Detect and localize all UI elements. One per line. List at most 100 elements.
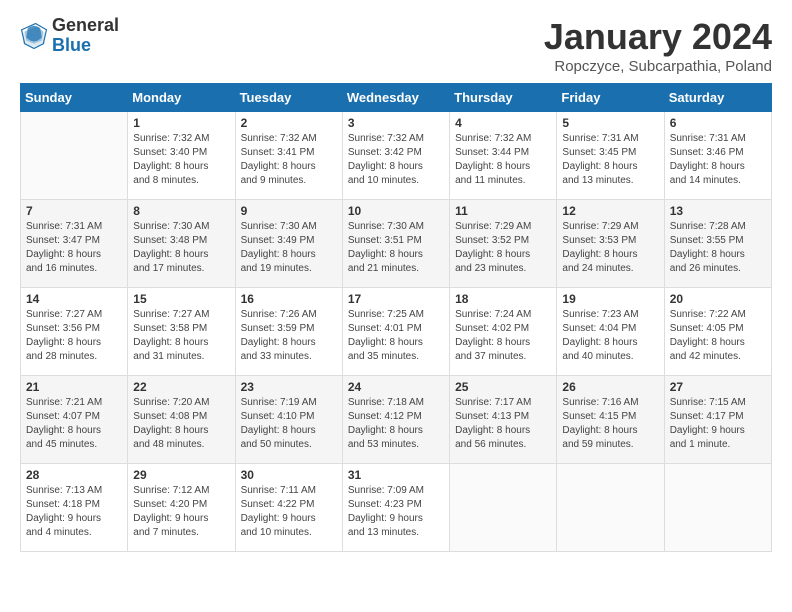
- cell-w5-d5: [557, 464, 664, 552]
- day-number: 25: [455, 380, 552, 394]
- cell-w1-d5: 5 Sunrise: 7:31 AM Sunset: 3:45 PM Daylig…: [557, 112, 664, 200]
- cell-w4-d2: 23 Sunrise: 7:19 AM Sunset: 4:10 PM Dayli…: [235, 376, 342, 464]
- day-number: 29: [133, 468, 230, 482]
- cell-w2-d0: 7 Sunrise: 7:31 AM Sunset: 3:47 PM Daylig…: [21, 200, 128, 288]
- cell-content: Sunrise: 7:09 AM Sunset: 4:23 PM Dayligh…: [348, 484, 445, 540]
- cell-content: Sunrise: 7:20 AM Sunset: 4:08 PM Dayligh…: [133, 396, 230, 452]
- header-monday: Monday: [128, 84, 235, 112]
- day-number: 9: [241, 204, 338, 218]
- day-number: 12: [562, 204, 659, 218]
- day-number: 15: [133, 292, 230, 306]
- cell-w4-d3: 24 Sunrise: 7:18 AM Sunset: 4:12 PM Dayli…: [342, 376, 449, 464]
- cell-content: Sunrise: 7:31 AM Sunset: 3:46 PM Dayligh…: [670, 132, 767, 188]
- day-number: 19: [562, 292, 659, 306]
- logo-icon: [20, 22, 48, 50]
- cell-content: Sunrise: 7:32 AM Sunset: 3:41 PM Dayligh…: [241, 132, 338, 188]
- cell-w3-d6: 20Sunrise: 7:22 AM Sunset: 4:05 PM Dayli…: [664, 288, 771, 376]
- day-number: 13: [670, 204, 767, 218]
- cell-w3-d3: 17 Sunrise: 7:25 AM Sunset: 4:01 PM Dayli…: [342, 288, 449, 376]
- day-number: 24: [348, 380, 445, 394]
- day-number: 30: [241, 468, 338, 482]
- header-saturday: Saturday: [664, 84, 771, 112]
- cell-w5-d4: [450, 464, 557, 552]
- cell-content: Sunrise: 7:28 AM Sunset: 3:55 PM Dayligh…: [670, 220, 767, 276]
- cell-w4-d0: 21 Sunrise: 7:21 AM Sunset: 4:07 PM Dayli…: [21, 376, 128, 464]
- day-number: 31: [348, 468, 445, 482]
- cell-content: Sunrise: 7:24 AM Sunset: 4:02 PM Dayligh…: [455, 308, 552, 364]
- day-number: 17: [348, 292, 445, 306]
- day-number: 3: [348, 116, 445, 130]
- day-number: 10: [348, 204, 445, 218]
- week-row-4: 21 Sunrise: 7:21 AM Sunset: 4:07 PM Dayli…: [21, 376, 772, 464]
- cell-content: Sunrise: 7:12 AM Sunset: 4:20 PM Dayligh…: [133, 484, 230, 540]
- cell-content: Sunrise: 7:29 AM Sunset: 3:52 PM Dayligh…: [455, 220, 552, 276]
- cell-w2-d1: 8 Sunrise: 7:30 AM Sunset: 3:48 PM Daylig…: [128, 200, 235, 288]
- cell-content: Sunrise: 7:21 AM Sunset: 4:07 PM Dayligh…: [26, 396, 123, 452]
- cell-w4-d1: 22Sunrise: 7:20 AM Sunset: 4:08 PM Dayli…: [128, 376, 235, 464]
- day-number: 7: [26, 204, 123, 218]
- cell-content: Sunrise: 7:16 AM Sunset: 4:15 PM Dayligh…: [562, 396, 659, 452]
- cell-w2-d3: 10 Sunrise: 7:30 AM Sunset: 3:51 PM Dayli…: [342, 200, 449, 288]
- cell-w2-d5: 12 Sunrise: 7:29 AM Sunset: 3:53 PM Dayli…: [557, 200, 664, 288]
- cell-w1-d1: 1 Sunrise: 7:32 AM Sunset: 3:40 PM Daylig…: [128, 112, 235, 200]
- cell-content: Sunrise: 7:32 AM Sunset: 3:40 PM Dayligh…: [133, 132, 230, 188]
- day-number: 26: [562, 380, 659, 394]
- cell-w1-d0: [21, 112, 128, 200]
- cell-content: Sunrise: 7:15 AM Sunset: 4:17 PM Dayligh…: [670, 396, 767, 452]
- cell-w4-d6: 27 Sunrise: 7:15 AM Sunset: 4:17 PM Dayli…: [664, 376, 771, 464]
- cell-w3-d0: 14Sunrise: 7:27 AM Sunset: 3:56 PM Dayli…: [21, 288, 128, 376]
- logo-text: General Blue: [52, 16, 119, 56]
- cell-w5-d0: 28Sunrise: 7:13 AM Sunset: 4:18 PM Dayli…: [21, 464, 128, 552]
- cell-w2-d6: 13 Sunrise: 7:28 AM Sunset: 3:55 PM Dayli…: [664, 200, 771, 288]
- day-number: 23: [241, 380, 338, 394]
- day-number: 8: [133, 204, 230, 218]
- cell-content: Sunrise: 7:18 AM Sunset: 4:12 PM Dayligh…: [348, 396, 445, 452]
- day-number: 21: [26, 380, 123, 394]
- cell-content: Sunrise: 7:17 AM Sunset: 4:13 PM Dayligh…: [455, 396, 552, 452]
- logo-general: General: [52, 16, 119, 36]
- cell-w3-d5: 19Sunrise: 7:23 AM Sunset: 4:04 PM Dayli…: [557, 288, 664, 376]
- logo: General Blue: [20, 16, 119, 56]
- cell-content: Sunrise: 7:27 AM Sunset: 3:58 PM Dayligh…: [133, 308, 230, 364]
- cell-content: Sunrise: 7:26 AM Sunset: 3:59 PM Dayligh…: [241, 308, 338, 364]
- cell-w2-d4: 11 Sunrise: 7:29 AM Sunset: 3:52 PM Dayli…: [450, 200, 557, 288]
- cell-content: Sunrise: 7:31 AM Sunset: 3:47 PM Dayligh…: [26, 220, 123, 276]
- cell-content: Sunrise: 7:19 AM Sunset: 4:10 PM Dayligh…: [241, 396, 338, 452]
- week-row-2: 7 Sunrise: 7:31 AM Sunset: 3:47 PM Daylig…: [21, 200, 772, 288]
- day-number: 11: [455, 204, 552, 218]
- cell-w1-d3: 3 Sunrise: 7:32 AM Sunset: 3:42 PM Daylig…: [342, 112, 449, 200]
- cell-w5-d1: 29 Sunrise: 7:12 AM Sunset: 4:20 PM Dayli…: [128, 464, 235, 552]
- day-number: 1: [133, 116, 230, 130]
- cell-content: Sunrise: 7:29 AM Sunset: 3:53 PM Dayligh…: [562, 220, 659, 276]
- day-number: 14: [26, 292, 123, 306]
- week-row-5: 28Sunrise: 7:13 AM Sunset: 4:18 PM Dayli…: [21, 464, 772, 552]
- cell-w3-d1: 15 Sunrise: 7:27 AM Sunset: 3:58 PM Dayli…: [128, 288, 235, 376]
- day-number: 16: [241, 292, 338, 306]
- cell-w4-d4: 25 Sunrise: 7:17 AM Sunset: 4:13 PM Dayli…: [450, 376, 557, 464]
- cell-content: Sunrise: 7:30 AM Sunset: 3:48 PM Dayligh…: [133, 220, 230, 276]
- cell-content: Sunrise: 7:31 AM Sunset: 3:45 PM Dayligh…: [562, 132, 659, 188]
- cell-content: Sunrise: 7:32 AM Sunset: 3:42 PM Dayligh…: [348, 132, 445, 188]
- cell-content: Sunrise: 7:25 AM Sunset: 4:01 PM Dayligh…: [348, 308, 445, 364]
- cell-content: Sunrise: 7:32 AM Sunset: 3:44 PM Dayligh…: [455, 132, 552, 188]
- header-friday: Friday: [557, 84, 664, 112]
- day-number: 4: [455, 116, 552, 130]
- cell-w2-d2: 9Sunrise: 7:30 AM Sunset: 3:49 PM Daylig…: [235, 200, 342, 288]
- cell-w3-d2: 16 Sunrise: 7:26 AM Sunset: 3:59 PM Dayli…: [235, 288, 342, 376]
- day-number: 6: [670, 116, 767, 130]
- header-tuesday: Tuesday: [235, 84, 342, 112]
- calendar-title: January 2024: [544, 16, 772, 58]
- day-number: 27: [670, 380, 767, 394]
- title-block: January 2024 Ropczyce, Subcarpathia, Pol…: [544, 16, 772, 75]
- day-number: 18: [455, 292, 552, 306]
- calendar-location: Ropczyce, Subcarpathia, Poland: [544, 58, 772, 75]
- cell-w1-d6: 6 Sunrise: 7:31 AM Sunset: 3:46 PM Daylig…: [664, 112, 771, 200]
- cell-content: Sunrise: 7:30 AM Sunset: 3:51 PM Dayligh…: [348, 220, 445, 276]
- day-number: 20: [670, 292, 767, 306]
- calendar-table: SundayMondayTuesdayWednesdayThursdayFrid…: [20, 83, 772, 552]
- day-number: 5: [562, 116, 659, 130]
- week-row-3: 14Sunrise: 7:27 AM Sunset: 3:56 PM Dayli…: [21, 288, 772, 376]
- cell-w1-d2: 2Sunrise: 7:32 AM Sunset: 3:41 PM Daylig…: [235, 112, 342, 200]
- cell-content: Sunrise: 7:11 AM Sunset: 4:22 PM Dayligh…: [241, 484, 338, 540]
- cell-w5-d2: 30 Sunrise: 7:11 AM Sunset: 4:22 PM Dayli…: [235, 464, 342, 552]
